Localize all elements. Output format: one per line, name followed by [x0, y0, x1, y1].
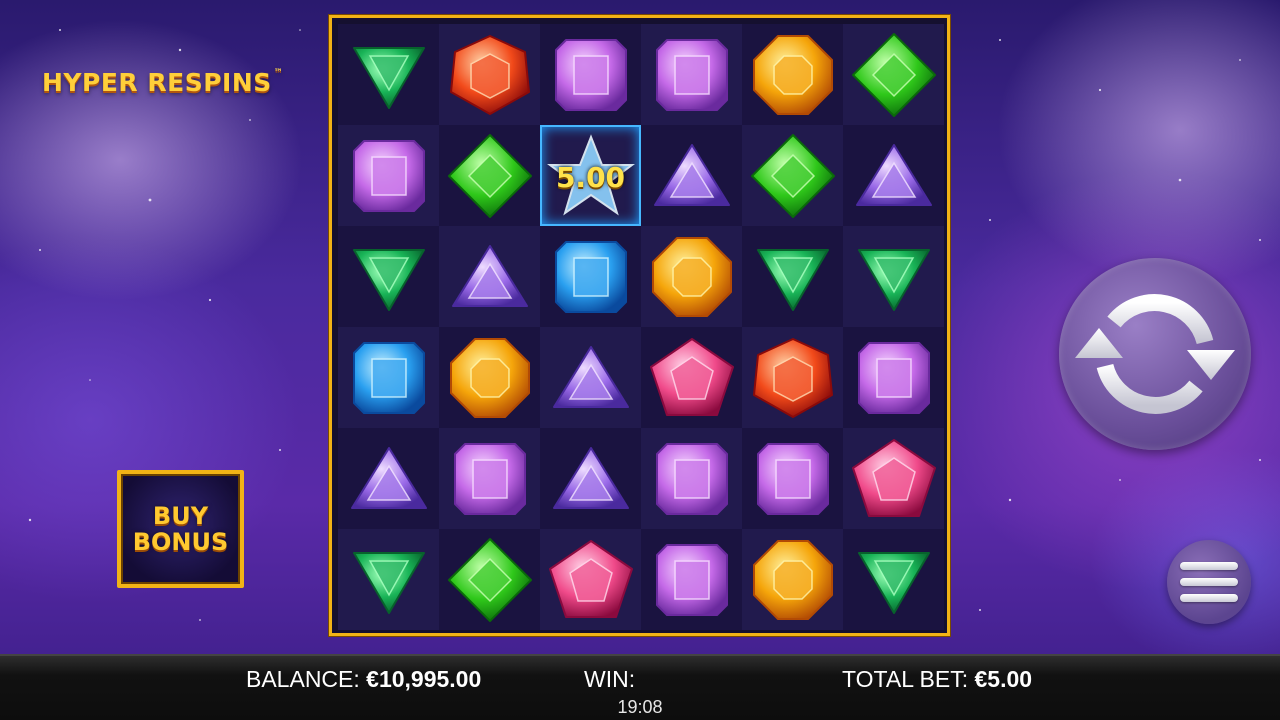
grid-cell — [742, 327, 843, 428]
pink-pentagon-gem-icon — [649, 337, 734, 416]
balance-label: BALANCE: — [246, 666, 360, 692]
reel-grid-frame: 5.00 — [329, 15, 950, 636]
purple-triangle-gem-icon — [451, 244, 528, 307]
grid-cell — [742, 24, 843, 125]
purple-triangle-gem-icon — [350, 446, 427, 509]
bonus-value: 5.00 — [555, 161, 626, 194]
grid-cell — [338, 125, 439, 226]
spin-arrows-icon — [1075, 294, 1235, 414]
green-diamond-gem-icon — [447, 537, 532, 622]
buy-bonus-line1: BUY — [152, 502, 209, 530]
bonus-cell: 5.00 — [540, 125, 641, 226]
purple-square-gem-icon — [655, 543, 728, 616]
pink-pentagon-gem-icon — [851, 438, 936, 517]
grid-cell — [338, 529, 439, 630]
blue-square-gem-icon — [352, 341, 425, 414]
grid-cell — [439, 428, 540, 529]
purple-triangle-gem-icon — [552, 446, 629, 509]
grid-cell — [641, 24, 742, 125]
red-hexagon-gem-icon — [752, 337, 833, 418]
trademark-symbol: ™ — [273, 68, 284, 78]
game-title: HYPER RESPINS — [42, 68, 272, 97]
buy-bonus-button[interactable]: BUY BONUS — [117, 470, 244, 588]
grid-cell — [338, 24, 439, 125]
yellow-octagon-gem-icon — [449, 337, 530, 418]
grid-cell — [742, 125, 843, 226]
grid-cell — [742, 529, 843, 630]
grid-cell — [641, 125, 742, 226]
purple-triangle-gem-icon — [855, 143, 932, 206]
game-logo: HYPER RESPINS ™ — [42, 68, 283, 97]
purple-triangle-gem-icon — [552, 345, 629, 408]
grid-cell — [843, 24, 944, 125]
grid-cell — [843, 327, 944, 428]
grid-cell — [540, 529, 641, 630]
grid-cell — [742, 428, 843, 529]
reel-grid: 5.00 — [338, 24, 944, 630]
yellow-octagon-gem-icon — [651, 236, 732, 317]
grid-cell — [439, 529, 540, 630]
grid-cell — [742, 226, 843, 327]
green-triangle-gem-icon — [756, 248, 829, 311]
grid-cell — [439, 327, 540, 428]
grid-cell — [641, 226, 742, 327]
purple-square-gem-icon — [554, 38, 627, 111]
green-triangle-gem-icon — [857, 248, 930, 311]
status-bar: BALANCE: €10,995.00 WIN: TOTAL BET: €5.0… — [0, 654, 1280, 720]
menu-button[interactable] — [1167, 540, 1251, 624]
green-triangle-gem-icon — [857, 551, 930, 614]
pink-pentagon-gem-icon — [548, 539, 633, 618]
grid-cell — [641, 428, 742, 529]
win-label: WIN: — [584, 666, 636, 692]
green-triangle-gem-icon — [352, 248, 425, 311]
grid-cell — [843, 125, 944, 226]
grid-cell — [843, 529, 944, 630]
grid-cell — [843, 428, 944, 529]
total-bet-label: TOTAL BET: — [842, 666, 969, 692]
grid-cell — [338, 327, 439, 428]
total-bet-display: TOTAL BET: €5.00 — [842, 666, 1032, 693]
spin-button[interactable] — [1059, 258, 1251, 450]
purple-square-gem-icon — [857, 341, 930, 414]
green-diamond-gem-icon — [447, 133, 532, 218]
grid-cell — [641, 327, 742, 428]
grid-cell — [641, 529, 742, 630]
green-triangle-gem-icon — [352, 551, 425, 614]
purple-square-gem-icon — [655, 38, 728, 111]
grid-cell — [439, 24, 540, 125]
grid-cell — [338, 226, 439, 327]
grid-cell — [439, 125, 540, 226]
grid-cell — [540, 24, 641, 125]
balance-display: BALANCE: €10,995.00 — [246, 666, 481, 693]
purple-square-gem-icon — [352, 139, 425, 212]
purple-triangle-gem-icon — [653, 143, 730, 206]
win-display: WIN: — [584, 666, 635, 693]
red-hexagon-gem-icon — [449, 34, 530, 115]
purple-square-gem-icon — [756, 442, 829, 515]
yellow-octagon-gem-icon — [752, 539, 833, 620]
grid-cell — [540, 327, 641, 428]
clock: 19:08 — [617, 697, 663, 717]
blue-square-gem-icon — [554, 240, 627, 313]
grid-cell — [540, 226, 641, 327]
purple-square-gem-icon — [655, 442, 728, 515]
green-triangle-gem-icon — [352, 46, 425, 109]
green-diamond-gem-icon — [851, 32, 936, 117]
hamburger-menu-icon — [1180, 562, 1238, 602]
green-diamond-gem-icon — [750, 133, 835, 218]
purple-square-gem-icon — [453, 442, 526, 515]
balance-value: €10,995.00 — [366, 666, 482, 692]
total-bet-value: €5.00 — [974, 666, 1033, 692]
yellow-octagon-gem-icon — [752, 34, 833, 115]
grid-cell — [338, 428, 439, 529]
grid-cell — [540, 428, 641, 529]
grid-cell — [843, 226, 944, 327]
buy-bonus-line2: BONUS — [132, 528, 229, 556]
grid-cell — [439, 226, 540, 327]
